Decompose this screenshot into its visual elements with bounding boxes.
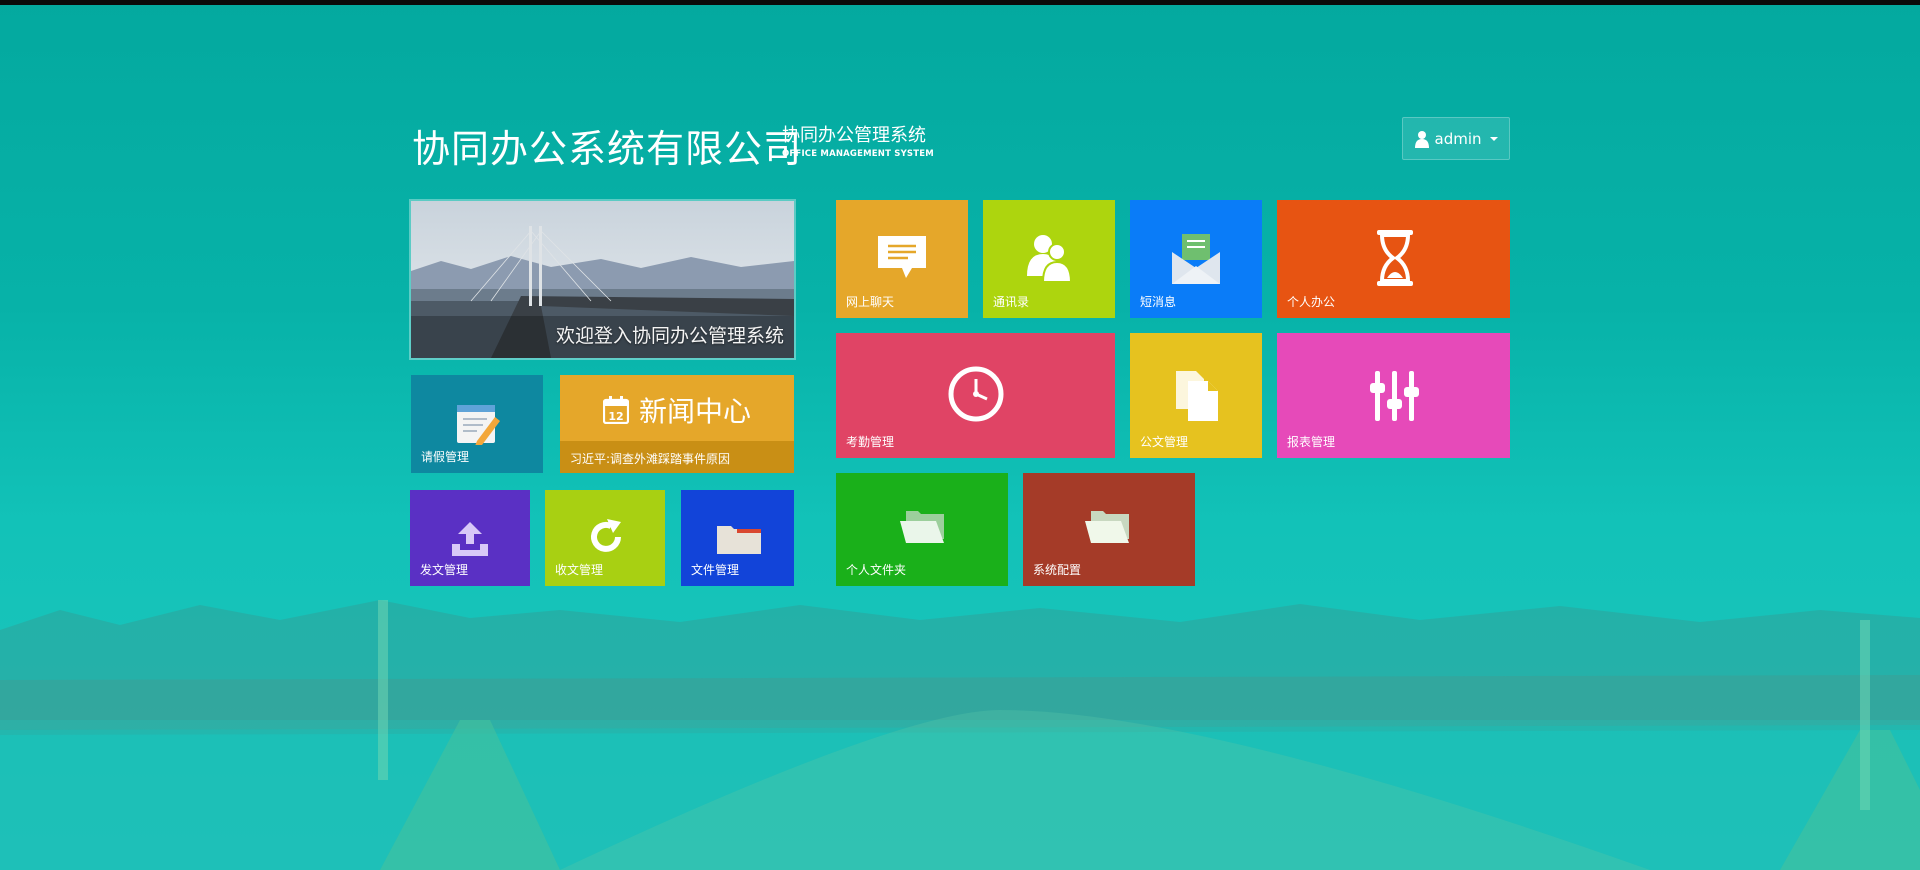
username-label: admin [1434,129,1482,148]
clock-icon [948,366,1004,422]
tile-official-documents[interactable]: 公文管理 [1130,333,1262,458]
tile-send-document[interactable]: 发文管理 [410,490,530,586]
company-title: 协同办公系统有限公司 [412,127,803,171]
subtitle-cn: 协同办公管理系统 [782,125,926,146]
tile-personal-office[interactable]: 个人办公 [1277,200,1510,318]
tile-label: 短消息 [1140,295,1177,309]
tile-news-center[interactable]: 12 新闻中心 习近平:调查外滩踩踏事件原因 [560,375,794,473]
tile-label: 文件管理 [691,563,740,577]
tile-label: 考勤管理 [846,435,895,449]
sliders-icon [1370,371,1419,421]
news-headline-bar[interactable]: 习近平:调查外滩踩踏事件原因 [560,441,794,473]
tile-label: 请假管理 [421,450,470,464]
tile-label: 报表管理 [1287,435,1336,449]
tile-system-config[interactable]: 系统配置 [1023,473,1195,586]
tile-label: 收文管理 [555,563,604,577]
folder-icon [717,526,761,554]
svg-text:12: 12 [608,410,623,423]
banner-caption: 欢迎登入协同办公管理系统 [555,325,784,347]
notepad-pencil-icon [457,405,500,445]
tile-personal-folder[interactable]: 个人文件夹 [836,473,1008,586]
chevron-down-icon [1489,136,1498,141]
news-title: 12 新闻中心 [560,390,794,430]
hourglass-icon [1377,230,1413,286]
tile-label: 个人办公 [1287,295,1336,309]
top-bar [0,0,1920,5]
tile-receive-document[interactable]: 收文管理 [545,490,665,586]
users-icon [1027,235,1073,282]
tile-label: 个人文件夹 [846,563,907,577]
tile-short-messages[interactable]: 短消息 [1130,200,1262,318]
tile-online-chat[interactable]: 网上聊天 [836,200,968,318]
envelope-icon [1172,234,1220,284]
calendar-icon: 12 [602,396,629,424]
tile-label: 通讯录 [993,295,1030,309]
tile-label: 系统配置 [1033,563,1082,577]
tile-label: 公文管理 [1140,435,1189,449]
tile-attendance[interactable]: 考勤管理 [836,333,1115,458]
open-folder-icon [1085,511,1129,543]
tile-label: 网上聊天 [846,295,895,309]
tile-label: 发文管理 [420,563,469,577]
tile-file-management[interactable]: 文件管理 [681,490,794,586]
documents-icon [1176,371,1218,421]
news-headline: 习近平:调查外滩踩踏事件原因 [570,452,731,466]
background-bridge-scene [0,600,1920,870]
open-folder-icon [900,511,944,543]
user-icon [1414,130,1429,148]
tile-reports[interactable]: 报表管理 [1277,333,1510,458]
subtitle-en: OFFICE MANAGEMENT SYSTEM [782,149,934,159]
tile-contacts[interactable]: 通讯录 [983,200,1115,318]
welcome-banner[interactable]: 欢迎登入协同办公管理系统 [409,199,796,360]
user-menu-button[interactable]: admin [1402,117,1510,160]
refresh-icon [591,519,621,552]
upload-icon [452,522,488,556]
tile-leave-management[interactable]: 请假管理 [411,375,543,473]
news-title-text: 新闻中心 [638,395,751,428]
chat-bubble-icon [878,236,926,278]
system-subtitle: 协同办公管理系统 OFFICE MANAGEMENT SYSTEM [782,126,934,160]
